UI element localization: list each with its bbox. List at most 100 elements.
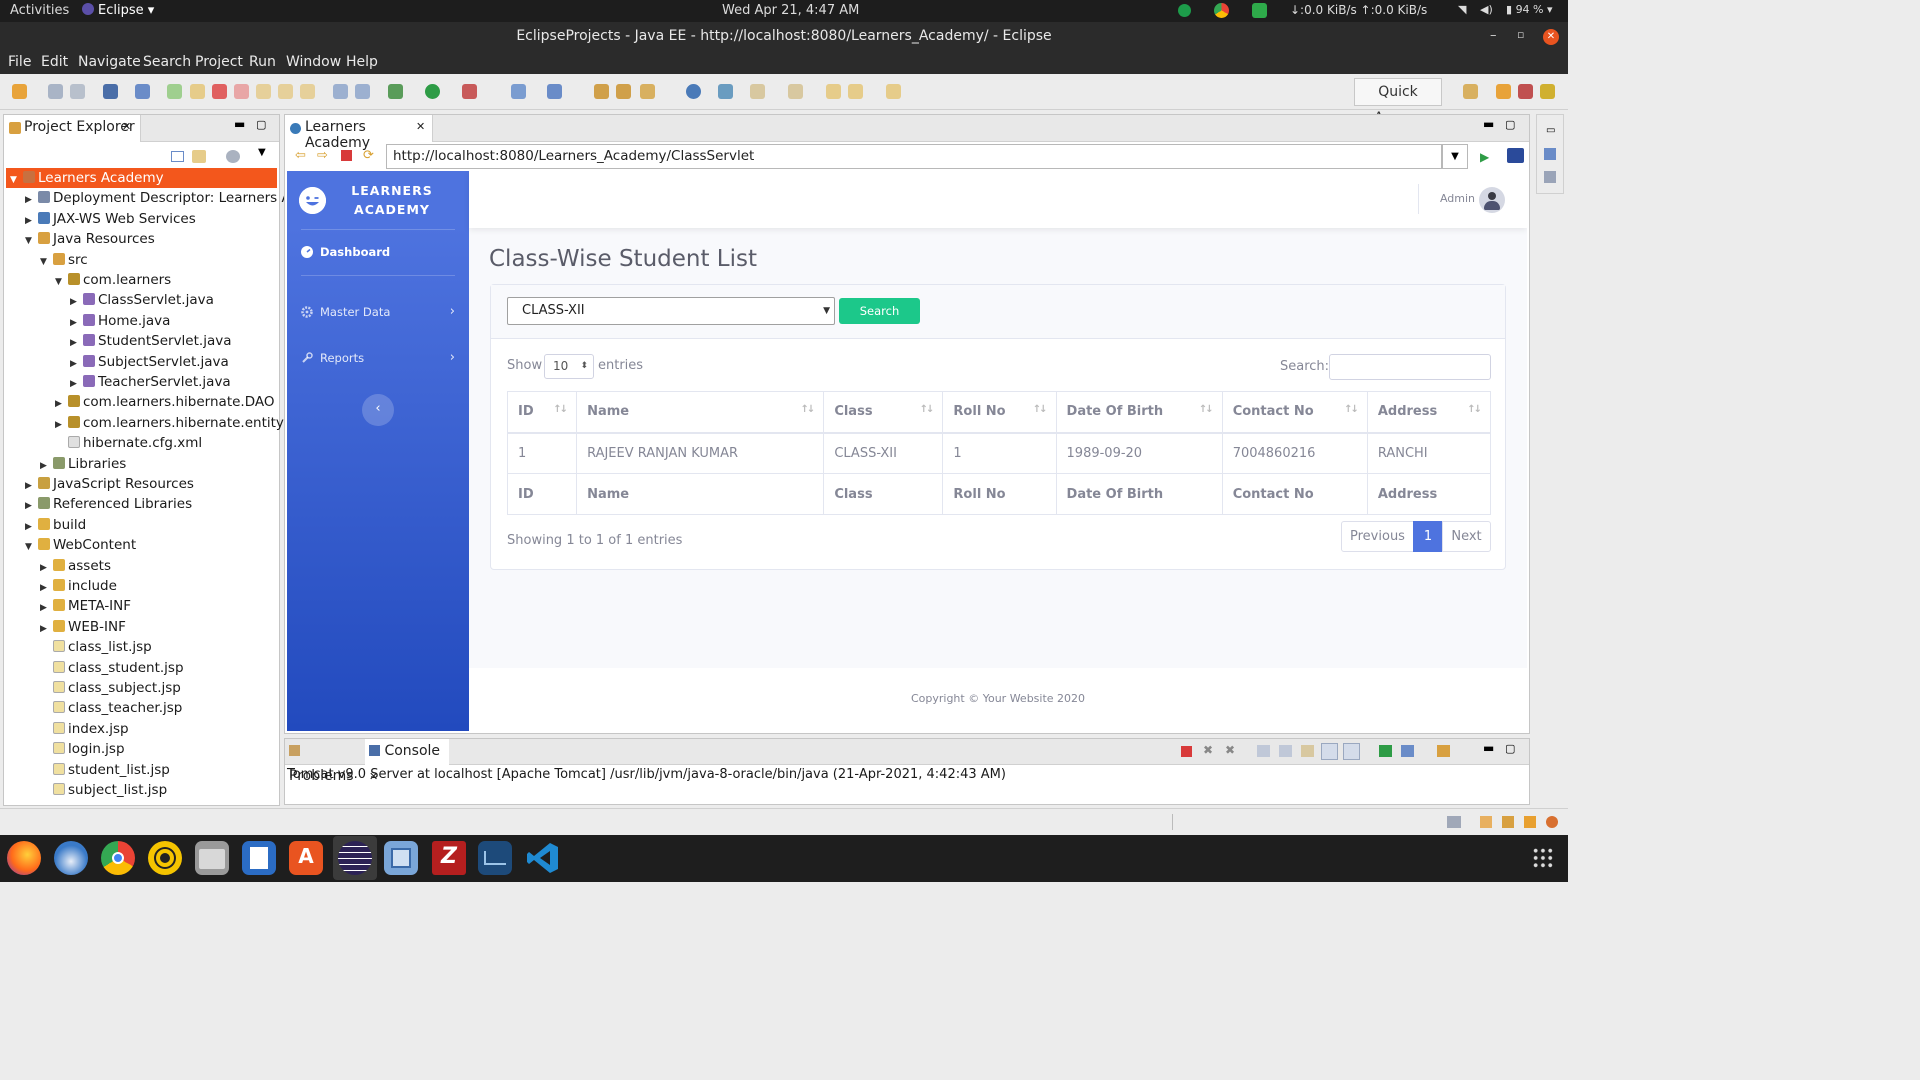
tree-item[interactable]: ▶ com.learners.hibernate.entity xyxy=(55,413,284,433)
page-1-button[interactable]: 1 xyxy=(1413,521,1443,552)
editor-tab[interactable]: Learners Academy ✕ xyxy=(285,115,433,151)
expanded-icon[interactable]: ▼ xyxy=(10,170,20,190)
drop-to-frame-icon[interactable] xyxy=(333,84,348,99)
back-icon[interactable] xyxy=(848,84,863,99)
close-tab-icon[interactable]: ✕ xyxy=(122,120,131,133)
tree-item[interactable]: ▶ Home.java xyxy=(70,311,170,331)
user-name[interactable]: Admin xyxy=(1440,192,1475,205)
collapsed-icon[interactable]: ▶ xyxy=(70,354,80,374)
terminate-icon[interactable] xyxy=(212,84,227,99)
debug-icon[interactable] xyxy=(388,84,403,99)
check-tray-icon[interactable] xyxy=(1252,3,1267,18)
menu-project[interactable]: Project xyxy=(195,54,243,70)
expanded-icon[interactable]: ▼ xyxy=(25,537,35,557)
tree-item[interactable]: ▶ include xyxy=(40,576,117,596)
previous-button[interactable]: Previous xyxy=(1341,521,1414,552)
url-history-dropdown[interactable]: ▼ xyxy=(1442,144,1468,169)
previous-annotation-icon[interactable] xyxy=(788,84,803,99)
word-wrap-icon[interactable] xyxy=(1301,745,1314,757)
tree-item[interactable]: ▶ Deployment Descriptor: Learners Acad xyxy=(25,188,315,208)
expanded-icon[interactable]: ▼ xyxy=(25,231,35,251)
remove-launch-icon[interactable]: ✖ xyxy=(1203,743,1213,757)
search-tool-icon[interactable] xyxy=(640,84,655,99)
collapsed-icon[interactable]: ▶ xyxy=(70,374,80,394)
collapsed-icon[interactable]: ▶ xyxy=(55,394,65,414)
tree-item[interactable]: ▶ StudentServlet.java xyxy=(70,331,231,351)
edit-icon[interactable] xyxy=(1524,816,1536,828)
tree-item[interactable]: ▶ SubjectServlet.java xyxy=(70,352,229,372)
expanded-icon[interactable]: ▼ xyxy=(55,272,65,292)
show-applications-icon[interactable] xyxy=(1532,847,1554,869)
sidebar-toggle-button[interactable]: ‹ xyxy=(362,394,394,426)
menu-navigate[interactable]: Navigate xyxy=(78,54,141,70)
open-task-icon[interactable] xyxy=(616,84,631,99)
tree-item[interactable]: ▼ src xyxy=(40,250,88,270)
external-tools-icon[interactable] xyxy=(462,84,477,99)
open-perspective-icon[interactable] xyxy=(1463,84,1478,99)
files-icon[interactable] xyxy=(195,841,229,875)
forward-icon[interactable] xyxy=(886,84,901,99)
close-icon[interactable]: ✕ xyxy=(1543,29,1559,45)
column-header[interactable]: Address ↑↓ xyxy=(1366,391,1492,434)
table-search-input[interactable] xyxy=(1329,354,1491,380)
tree-item[interactable]: ▶ com.learners.hibernate.DAO xyxy=(55,392,275,412)
scroll-lock-icon[interactable] xyxy=(1279,745,1292,757)
tree-item[interactable]: ▶ assets xyxy=(40,556,111,576)
browser-forward-icon[interactable]: ⇨ xyxy=(317,148,328,163)
collapsed-icon[interactable]: ▶ xyxy=(70,292,80,312)
browser-stop-icon[interactable] xyxy=(341,150,352,161)
table-row[interactable]: 1 RAJEEV RANJAN KUMAR CLASS-XII 1 1989-09-20… xyxy=(506,432,1492,474)
menu-run[interactable]: Run xyxy=(249,54,276,70)
collapsed-icon[interactable]: ▶ xyxy=(40,598,50,618)
tree-item[interactable]: hibernate.cfg.xml xyxy=(55,433,202,453)
expanded-icon[interactable]: ▼ xyxy=(40,252,50,272)
clear-console-icon[interactable] xyxy=(1257,745,1270,757)
app-menu[interactable]: Eclipse ▾ xyxy=(82,3,154,18)
skip-breakpoints-icon[interactable] xyxy=(135,84,150,99)
open-console-icon[interactable] xyxy=(1437,745,1450,757)
tree-item[interactable]: ▶ Libraries xyxy=(40,454,126,474)
chrome-icon[interactable] xyxy=(101,841,135,875)
go-icon[interactable]: ▶ xyxy=(1480,150,1489,164)
debug-perspective-icon[interactable] xyxy=(1518,84,1533,99)
menu-edit[interactable]: Edit xyxy=(41,54,68,70)
tree-item[interactable]: ▶ WEB-INF xyxy=(40,617,126,637)
project-explorer-tab[interactable]: Project Explorer ✕ xyxy=(4,115,141,142)
column-header[interactable]: Name ↑↓ xyxy=(576,391,825,434)
column-header[interactable]: Class ↑↓ xyxy=(823,391,944,434)
eclipse-icon[interactable] xyxy=(333,836,377,880)
tree-item[interactable]: ▶ JavaScript Resources xyxy=(25,474,194,494)
avatar[interactable] xyxy=(1479,187,1505,213)
tree-item[interactable]: ▼ com.learners xyxy=(55,270,171,290)
new-class-icon[interactable] xyxy=(547,84,562,99)
use-step-filters-icon[interactable] xyxy=(355,84,370,99)
new-server-icon[interactable] xyxy=(511,84,526,99)
collapsed-icon[interactable]: ▶ xyxy=(25,190,35,210)
mylyn-icon[interactable] xyxy=(1447,816,1461,828)
menu-search[interactable]: Search xyxy=(143,54,191,70)
volume-icon[interactable]: ◀) xyxy=(1480,3,1493,16)
minimize-view-icon[interactable]: ▬ xyxy=(234,117,245,131)
mysql-workbench-icon[interactable] xyxy=(478,841,512,875)
new-icon[interactable] xyxy=(12,84,27,99)
minimize-editor-icon[interactable]: ▬ xyxy=(1483,117,1494,131)
menu-help[interactable]: Help xyxy=(346,54,378,70)
software-center-icon[interactable]: A xyxy=(289,841,323,875)
step-return-icon[interactable] xyxy=(300,84,315,99)
step-into-icon[interactable] xyxy=(256,84,271,99)
save-icon[interactable] xyxy=(48,84,63,99)
tree-item[interactable]: ▶ ClassServlet.java xyxy=(70,290,214,310)
last-edit-icon[interactable] xyxy=(826,84,841,99)
view-menu-icon[interactable]: ▼ xyxy=(258,147,266,158)
maximize-icon[interactable]: ▫ xyxy=(1517,28,1524,41)
web-browser-icon[interactable] xyxy=(686,84,701,99)
rhythmbox-icon[interactable] xyxy=(148,841,182,875)
collapsed-icon[interactable]: ▶ xyxy=(40,456,50,476)
vscode-icon[interactable] xyxy=(526,841,560,875)
writer-icon[interactable] xyxy=(242,841,276,875)
task-icon[interactable] xyxy=(1480,816,1492,828)
learn-icon[interactable] xyxy=(1502,816,1514,828)
nav-dashboard[interactable]: Dashboard xyxy=(301,245,390,259)
remove-all-icon[interactable]: ✖ xyxy=(1225,743,1235,757)
clock[interactable]: Wed Apr 21, 4:47 AM xyxy=(722,3,859,18)
